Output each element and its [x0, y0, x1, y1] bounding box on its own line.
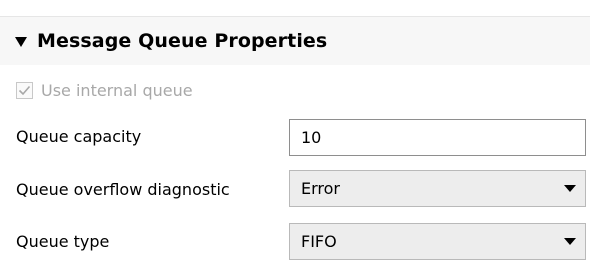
queue-capacity-label: Queue capacity — [16, 127, 142, 146]
queue-type-value: FIFO — [301, 232, 337, 251]
queue-capacity-input[interactable]: 10 — [289, 119, 586, 156]
chevron-down-icon[interactable] — [564, 185, 576, 192]
queue-capacity-value: 10 — [301, 128, 322, 147]
use-internal-queue-row[interactable]: Use internal queue — [16, 78, 193, 102]
checkmark-icon — [18, 85, 31, 95]
queue-overflow-diagnostic-label: Queue overflow diagnostic — [16, 180, 230, 199]
chevron-down-icon[interactable] — [564, 238, 576, 245]
queue-type-select[interactable]: FIFO — [289, 223, 586, 260]
message-queue-properties-panel: Message Queue Properties Use internal qu… — [0, 0, 590, 273]
section-title: Message Queue Properties — [37, 30, 328, 52]
queue-overflow-diagnostic-select[interactable]: Error — [289, 170, 586, 207]
queue-type-label: Queue type — [16, 232, 110, 251]
triangle-down-icon[interactable] — [15, 37, 27, 47]
use-internal-queue-label: Use internal queue — [41, 80, 193, 100]
queue-overflow-diagnostic-value: Error — [301, 179, 340, 198]
use-internal-queue-checkbox[interactable] — [16, 81, 33, 99]
section-header[interactable]: Message Queue Properties — [0, 17, 590, 65]
